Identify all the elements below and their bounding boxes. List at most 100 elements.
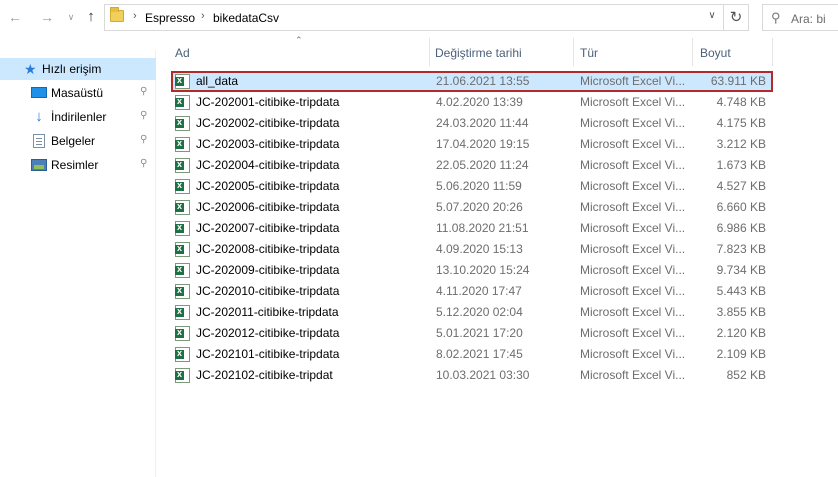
file-name: JC-202012-citibike-tripdata <box>196 326 340 340</box>
file-row[interactable]: JC-202010-citibike-tripdata 4.11.2020 17… <box>172 281 772 302</box>
star-icon: ★ <box>24 61 37 77</box>
address-bar[interactable]: › Espresso › bikedataCsv ∨ <box>104 4 724 31</box>
file-type: Microsoft Excel Vi... <box>580 305 686 319</box>
file-row[interactable]: JC-202007-citibike-tripdata 11.08.2020 2… <box>172 218 772 239</box>
excel-file-icon <box>175 242 190 257</box>
excel-file-icon <box>175 221 190 236</box>
file-row[interactable]: JC-202006-citibike-tripdata 5.07.2020 20… <box>172 197 772 218</box>
file-row[interactable]: JC-202005-citibike-tripdata 5.06.2020 11… <box>172 176 772 197</box>
file-type: Microsoft Excel Vi... <box>580 95 686 109</box>
file-size: 3.855 KB <box>716 305 766 319</box>
back-arrow-icon[interactable]: ← <box>6 8 24 26</box>
excel-file-icon <box>175 368 190 383</box>
file-name: JC-202003-citibike-tripdata <box>196 137 340 151</box>
refresh-icon[interactable]: ↻ <box>724 4 749 31</box>
folder-icon <box>110 7 124 22</box>
file-type: Microsoft Excel Vi... <box>580 347 686 361</box>
sidebar-item-pictures[interactable]: Resimler ⚲ <box>0 154 156 176</box>
file-row[interactable]: JC-202102-citibike-tripdat 10.03.2021 03… <box>172 365 772 386</box>
sidebar-item-label: Masaüstü <box>51 86 104 100</box>
column-header-label: Değiştirme tarihi <box>435 46 522 60</box>
breadcrumb-separator-icon[interactable]: › <box>133 10 137 22</box>
pin-icon: ⚲ <box>140 158 148 169</box>
file-row[interactable]: JC-202003-citibike-tripdata 17.04.2020 1… <box>172 134 772 155</box>
sidebar-item-label: İndirilenler <box>51 110 107 124</box>
file-type: Microsoft Excel Vi... <box>580 158 686 172</box>
file-size: 6.660 KB <box>716 200 766 214</box>
file-type: Microsoft Excel Vi... <box>580 242 686 256</box>
file-row[interactable]: JC-202011-citibike-tripdata 5.12.2020 02… <box>172 302 772 323</box>
file-size: 3.212 KB <box>716 137 766 151</box>
sidebar-item-label: Hızlı erişim <box>42 62 102 76</box>
pictures-icon <box>31 159 47 171</box>
excel-file-icon <box>175 158 190 173</box>
file-row[interactable]: all_data 21.06.2021 13:55 Microsoft Exce… <box>171 71 773 92</box>
file-size: 4.175 KB <box>716 116 766 130</box>
file-row[interactable]: JC-202101-citibike-tripdata 8.02.2021 17… <box>172 344 772 365</box>
excel-file-icon <box>175 326 190 341</box>
breadcrumb-bikedatacsv[interactable]: bikedataCsv <box>213 11 279 25</box>
file-size: 4.527 KB <box>716 179 766 193</box>
file-size: 63.911 KB <box>710 74 766 88</box>
navigation-pane: ★ Hızlı erişim Masaüstü ⚲ ↓ İndirilenler… <box>0 50 156 477</box>
column-header-size[interactable]: Boyut <box>693 38 773 66</box>
file-size: 4.748 KB <box>716 95 766 109</box>
file-date: 8.02.2021 17:45 <box>436 347 523 361</box>
search-box[interactable]: ⚲ Ara: bi <box>762 4 838 31</box>
breadcrumb-separator-icon[interactable]: › <box>201 10 205 22</box>
file-name: JC-202006-citibike-tripdata <box>196 200 340 214</box>
column-header-label: Tür <box>580 46 598 60</box>
sidebar-item-label: Resimler <box>51 158 99 172</box>
file-date: 17.04.2020 19:15 <box>436 137 530 151</box>
search-icon: ⚲ <box>771 10 781 25</box>
file-size: 6.986 KB <box>716 221 766 235</box>
file-row[interactable]: JC-202002-citibike-tripdata 24.03.2020 1… <box>172 113 772 134</box>
column-header-name[interactable]: ⌃ Ad <box>157 35 430 66</box>
file-type: Microsoft Excel Vi... <box>580 200 686 214</box>
file-row[interactable]: JC-202012-citibike-tripdata 5.01.2021 17… <box>172 323 772 344</box>
file-row[interactable]: JC-202004-citibike-tripdata 22.05.2020 1… <box>172 155 772 176</box>
pin-icon: ⚲ <box>140 110 148 121</box>
file-type: Microsoft Excel Vi... <box>580 179 686 193</box>
file-size: 2.109 KB <box>716 347 766 361</box>
download-icon: ↓ <box>35 108 43 125</box>
excel-file-icon <box>175 200 190 215</box>
file-date: 21.06.2021 13:55 <box>436 74 530 88</box>
file-date: 10.03.2021 03:30 <box>436 368 530 382</box>
file-date: 4.09.2020 15:13 <box>436 242 523 256</box>
excel-file-icon <box>175 179 190 194</box>
file-type: Microsoft Excel Vi... <box>580 263 686 277</box>
file-date: 5.12.2020 02:04 <box>436 305 523 319</box>
file-type: Microsoft Excel Vi... <box>580 221 686 235</box>
file-row[interactable]: JC-202009-citibike-tripdata 13.10.2020 1… <box>172 260 772 281</box>
file-date: 24.03.2020 11:44 <box>436 116 529 130</box>
file-type: Microsoft Excel Vi... <box>580 116 686 130</box>
sidebar-item-quick-access[interactable]: ★ Hızlı erişim <box>0 58 156 80</box>
sidebar-item-desktop[interactable]: Masaüstü ⚲ <box>0 82 156 104</box>
file-name: JC-202008-citibike-tripdata <box>196 242 340 256</box>
breadcrumb-espresso[interactable]: Espresso <box>145 11 195 25</box>
file-name: JC-202009-citibike-tripdata <box>196 263 340 277</box>
sidebar-item-documents[interactable]: Belgeler ⚲ <box>0 130 156 152</box>
file-type: Microsoft Excel Vi... <box>580 284 686 298</box>
pin-icon: ⚲ <box>140 134 148 145</box>
column-header-date[interactable]: Değiştirme tarihi <box>430 38 574 66</box>
pin-icon: ⚲ <box>140 86 148 97</box>
column-header-type[interactable]: Tür <box>574 38 693 66</box>
file-date: 22.05.2020 11:24 <box>436 158 529 172</box>
file-name: JC-202010-citibike-tripdata <box>196 284 340 298</box>
recent-locations-chevron-icon[interactable]: ∨ <box>62 8 80 26</box>
up-arrow-icon[interactable]: ↑ <box>82 8 100 26</box>
forward-arrow-icon[interactable]: → <box>38 8 56 26</box>
excel-file-icon <box>175 284 190 299</box>
file-size: 2.120 KB <box>716 326 766 340</box>
sidebar-item-downloads[interactable]: ↓ İndirilenler ⚲ <box>0 106 156 128</box>
file-row[interactable]: JC-202008-citibike-tripdata 4.09.2020 15… <box>172 239 772 260</box>
file-row[interactable]: JC-202001-citibike-tripdata 4.02.2020 13… <box>172 92 772 113</box>
address-dropdown-chevron-icon[interactable]: ∨ <box>705 10 719 24</box>
file-name: JC-202102-citibike-tripdat <box>196 368 333 382</box>
excel-file-icon <box>175 305 190 320</box>
file-date: 13.10.2020 15:24 <box>436 263 530 277</box>
excel-file-icon <box>175 95 190 110</box>
file-type: Microsoft Excel Vi... <box>580 326 686 340</box>
